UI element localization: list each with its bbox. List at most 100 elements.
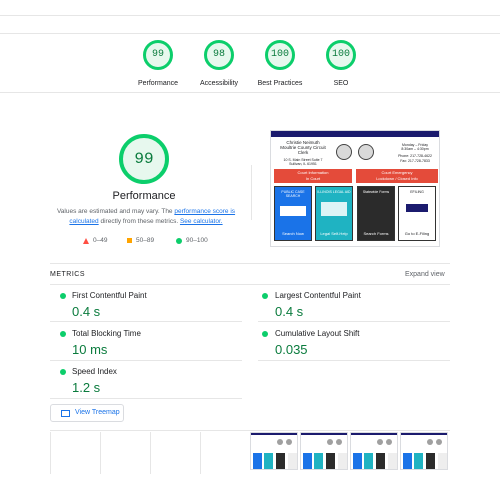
metric-value: 1.2 s — [72, 380, 101, 395]
filmstrip-frame — [400, 432, 448, 470]
metric-label: Speed Index — [72, 367, 117, 376]
tile-header: PUBLIC CASE SEARCH — [281, 190, 305, 198]
pass-circle-icon — [262, 293, 268, 299]
performance-score-gauge: 99 — [119, 134, 169, 184]
frame-nav-bar — [301, 433, 347, 435]
pass-circle-icon — [60, 293, 66, 299]
preview-tile-legal-aid: ILLINOIS LEGAL AID Legal Self-Help — [315, 186, 353, 241]
frame-tile — [438, 453, 447, 469]
seal-icon — [327, 439, 333, 445]
view-treemap-button[interactable]: View Treemap — [50, 404, 124, 422]
metric-label: First Contentful Paint — [72, 291, 147, 300]
score-ring: 100 — [326, 40, 356, 70]
frame-tile — [388, 453, 397, 469]
filmstrip-frame — [350, 432, 398, 470]
metric-label: Cumulative Layout Shift — [275, 329, 360, 338]
score-ring: 100 — [265, 40, 295, 70]
banner-text: In Court — [305, 176, 321, 181]
divider — [50, 263, 450, 264]
filmstrip-frame-empty — [100, 432, 150, 474]
efile-logo — [406, 204, 428, 212]
preview-nav-bar — [271, 131, 439, 137]
frame-tile — [426, 453, 435, 469]
metric-value: 0.035 — [275, 342, 308, 357]
square-icon — [127, 238, 132, 243]
gauge-seo[interactable]: 100 SEO — [301, 40, 381, 87]
expand-view-toggle[interactable]: Expand view — [405, 271, 445, 278]
frame-tile — [276, 453, 285, 469]
legend-fail-label: 0–49 — [93, 237, 108, 244]
seal-icon — [386, 439, 392, 445]
score-ring: 98 — [204, 40, 234, 70]
frame-nav-bar — [401, 433, 447, 435]
see-calculator-link[interactable]: See calculator. — [180, 218, 223, 225]
preview-fax: Fax: 217-728-7833 — [400, 159, 430, 163]
legend-pass: 90–100 — [176, 237, 208, 244]
divider — [50, 430, 450, 431]
frame-tile — [326, 453, 335, 469]
performance-title: Performance — [112, 190, 176, 202]
seal-icon — [377, 439, 383, 445]
frame-tile — [314, 453, 323, 469]
preview-tile-efiling: EFILING Go to E-Filing — [398, 186, 436, 241]
banner-text: Lockdown / Closed Info — [376, 176, 418, 181]
frame-nav-bar — [351, 433, 397, 435]
treemap-label: View Treemap — [75, 409, 120, 416]
pass-circle-icon — [60, 369, 66, 375]
preview-banner-left: Court Information In Court — [274, 169, 352, 183]
seal-icon — [277, 439, 283, 445]
frame-tile — [376, 453, 385, 469]
legend-pass-label: 90–100 — [186, 237, 208, 244]
filmstrip-frame-empty — [150, 432, 200, 474]
seal-icon — [427, 439, 433, 445]
divider — [50, 284, 450, 285]
ilao-logo — [321, 202, 347, 216]
tile-header: ILLINOIS LEGAL AID — [317, 190, 351, 194]
metric-label: Total Blocking Time — [72, 329, 141, 338]
divider — [258, 360, 450, 361]
preview-banner-right: Court Emergency Lockdown / Closed Info — [356, 169, 438, 183]
divider — [50, 321, 242, 322]
frame-tile — [338, 453, 347, 469]
page-screenshot-preview[interactable]: Christie Neimuth Moultrie County Circuit… — [270, 130, 440, 247]
tile-header: Statewide Forms — [362, 190, 390, 194]
preview-tile-forms: Statewide Forms Search Forms — [357, 186, 395, 241]
frame-tile — [264, 453, 273, 469]
filmstrip-frame-empty — [200, 432, 250, 474]
frame-tile — [353, 453, 362, 469]
gauge-label: SEO — [333, 80, 349, 87]
frame-tile — [364, 453, 373, 469]
case-search-logo — [280, 206, 306, 216]
tile-caption: Search Now — [282, 231, 304, 236]
frame-tile — [403, 453, 412, 469]
preview-hours: Monday – Friday 8:30am – 4:30pm — [401, 143, 429, 151]
performance-note: Values are estimated and may vary. The p… — [56, 207, 236, 227]
preview-tile-case-search: PUBLIC CASE SEARCH Search Now — [274, 186, 312, 241]
divider — [258, 321, 450, 322]
treemap-icon — [61, 410, 70, 417]
divider — [0, 33, 500, 34]
note-text: Values are estimated and may vary. The — [56, 208, 175, 215]
seal-icon — [286, 439, 292, 445]
frame-tile — [288, 453, 297, 469]
frame-nav-bar — [251, 433, 297, 435]
metric-value: 0.4 s — [72, 304, 101, 319]
seal-icon — [336, 439, 342, 445]
frame-tile — [253, 453, 262, 469]
frame-tile — [414, 453, 423, 469]
divider — [0, 92, 500, 93]
pass-circle-icon — [60, 331, 66, 337]
pass-circle-icon — [262, 331, 268, 337]
filmstrip-frame-empty — [50, 432, 100, 474]
score-ring: 99 — [143, 40, 173, 70]
filmstrip-frame — [300, 432, 348, 470]
divider — [251, 165, 252, 220]
legend-fail: 0–49 — [83, 237, 107, 244]
seal-icon — [436, 439, 442, 445]
tile-header: EFILING — [410, 190, 424, 194]
circle-icon — [176, 237, 182, 244]
frame-tile — [303, 453, 312, 469]
preview-address: 10 S. Main Street Suite 7 Sullivan, IL 6… — [283, 158, 323, 166]
metrics-heading: METRICS — [50, 271, 85, 278]
metric-value: 0.4 s — [275, 304, 304, 319]
